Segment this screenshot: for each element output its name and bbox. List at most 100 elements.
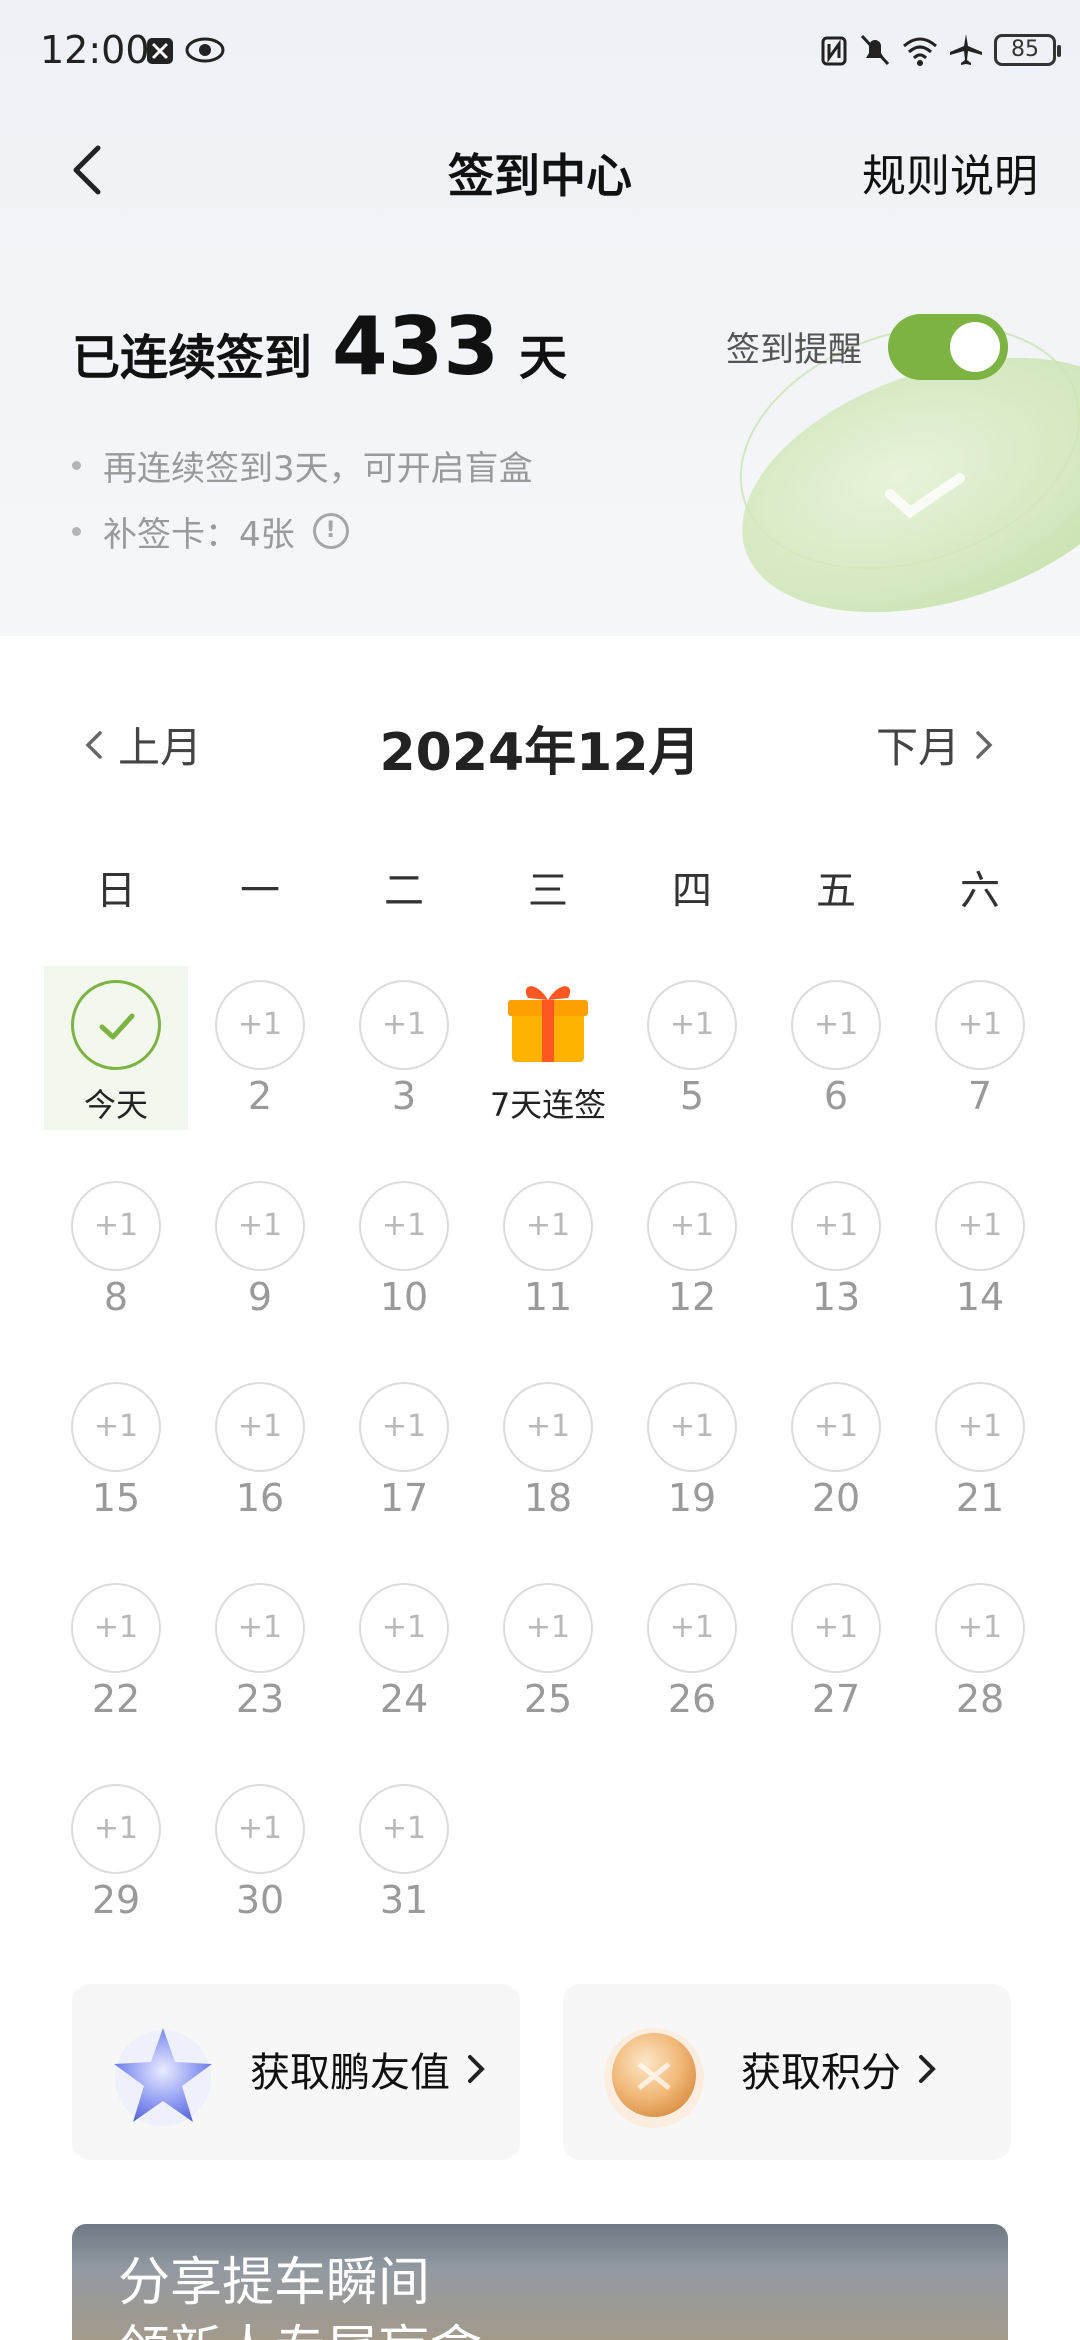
- calendar-day-gift[interactable]: 7天连签: [476, 966, 620, 1136]
- day-label: 7: [967, 1074, 993, 1118]
- streak-prefix: 已连续签到: [72, 330, 313, 386]
- calendar-day[interactable]: +1 15: [44, 1368, 188, 1538]
- card-label: 获取积分: [741, 2050, 901, 2096]
- calendar-day[interactable]: +1 31: [332, 1770, 476, 1940]
- calendar-day[interactable]: +1 11: [476, 1167, 620, 1337]
- plus-one-badge: +1: [215, 980, 305, 1070]
- get-points-card[interactable]: 获取积分: [563, 1984, 1011, 2160]
- plus-one-badge: +1: [647, 1382, 737, 1472]
- calendar-day[interactable]: +1 8: [44, 1167, 188, 1337]
- reminder-toggle[interactable]: [888, 314, 1008, 380]
- calendar-day[interactable]: +1 7: [908, 966, 1052, 1136]
- tip-item: 补签卡：4张 !: [72, 498, 533, 564]
- day-label: 10: [379, 1275, 429, 1319]
- weekday-label: 二: [384, 868, 424, 914]
- bullet-dot: [72, 460, 81, 470]
- calendar-day[interactable]: +1 24: [332, 1569, 476, 1739]
- weekday-label: 日: [96, 868, 136, 914]
- calendar-day[interactable]: +1 28: [908, 1569, 1052, 1739]
- calendar-day[interactable]: +1 5: [620, 966, 764, 1136]
- tip-item: 再连续签到3天，可开启盲盒: [72, 432, 533, 498]
- plus-one-badge: +1: [647, 1181, 737, 1271]
- plus-one-badge: +1: [503, 1181, 593, 1271]
- month-navigation: 上月 2024年12月 下月: [0, 700, 1080, 790]
- calendar-day[interactable]: +1 25: [476, 1569, 620, 1739]
- star-icon: [114, 2028, 212, 2126]
- plus-one-badge: +1: [359, 1583, 449, 1673]
- calendar-day[interactable]: +1 16: [188, 1368, 332, 1538]
- calendar-day[interactable]: +1 26: [620, 1569, 764, 1739]
- weekday-label: 一: [240, 868, 280, 914]
- weekday-label: 四: [672, 868, 712, 914]
- calendar-day[interactable]: +1 20: [764, 1368, 908, 1538]
- day-label: 16: [235, 1476, 285, 1520]
- airplane-icon: [950, 34, 982, 65]
- plus-one-badge: +1: [935, 1181, 1025, 1271]
- calendar-day-today[interactable]: 今天: [44, 966, 188, 1130]
- plus-one-badge: +1: [359, 1784, 449, 1874]
- calendar-day[interactable]: +1 12: [620, 1167, 764, 1337]
- plus-one-badge: +1: [71, 1181, 161, 1271]
- nav-bar: 签到中心 规则说明: [0, 120, 1080, 220]
- rules-link[interactable]: 规则说明: [862, 140, 1038, 204]
- day-label: 20: [811, 1476, 861, 1520]
- next-month-label: 下月: [875, 723, 960, 772]
- toggle-knob: [950, 322, 1000, 372]
- streak-days: 433: [332, 300, 500, 393]
- day-label: 9: [247, 1275, 273, 1319]
- plus-one-badge: +1: [215, 1583, 305, 1673]
- calendar-day[interactable]: +1 9: [188, 1167, 332, 1337]
- card-label-wrap: 获取积分: [741, 2040, 941, 2098]
- calendar-day[interactable]: +1 29: [44, 1770, 188, 1940]
- streak-summary: 已连续签到 433 天: [72, 300, 567, 393]
- calendar-day[interactable]: +1 30: [188, 1770, 332, 1940]
- plus-one-badge: +1: [71, 1382, 161, 1472]
- calendar-day[interactable]: +1 2: [188, 966, 332, 1136]
- calendar-day[interactable]: +1 19: [620, 1368, 764, 1538]
- check-circle-icon: [71, 980, 161, 1070]
- day-label: 5: [679, 1074, 705, 1118]
- plus-one-badge: +1: [359, 1382, 449, 1472]
- calendar-day[interactable]: +1 23: [188, 1569, 332, 1739]
- calendar-day[interactable]: +1 14: [908, 1167, 1052, 1337]
- plus-one-badge: +1: [215, 1382, 305, 1472]
- bullet-dot: [72, 526, 81, 536]
- day-label: 15: [91, 1476, 141, 1520]
- promo-banner[interactable]: 分享提车瞬间 领新人专属盲盒: [72, 2224, 1008, 2340]
- calendar-day[interactable]: +1 3: [332, 966, 476, 1136]
- card-label: 获取鹏友值: [250, 2050, 450, 2096]
- info-icon[interactable]: !: [312, 513, 349, 549]
- day-label: 24: [379, 1677, 429, 1721]
- banner-line2: 领新人专属盲盒: [118, 2308, 482, 2340]
- reminder-label: 签到提醒: [726, 330, 862, 370]
- next-month-button[interactable]: 下月: [876, 714, 998, 775]
- day-label: 18: [523, 1476, 573, 1520]
- day-label: 23: [235, 1677, 285, 1721]
- plus-one-badge: +1: [71, 1784, 161, 1874]
- day-label: 14: [955, 1275, 1005, 1319]
- tip-text: 再连续签到3天，可开启盲盒: [103, 448, 533, 489]
- wifi-icon: [903, 37, 937, 66]
- calendar-day[interactable]: +1 22: [44, 1569, 188, 1739]
- tip-text: 补签卡：4张: [103, 514, 295, 555]
- day-label: 29: [91, 1878, 141, 1922]
- calendar-day[interactable]: +1 17: [332, 1368, 476, 1538]
- calendar-day[interactable]: +1 18: [476, 1368, 620, 1538]
- calendar-day[interactable]: +1 6: [764, 966, 908, 1136]
- plus-one-badge: +1: [935, 980, 1025, 1070]
- plus-one-badge: +1: [791, 1181, 881, 1271]
- calendar-day[interactable]: +1 27: [764, 1569, 908, 1739]
- weekday-label: 三: [528, 868, 568, 914]
- card-label-wrap: 获取鹏友值: [250, 2040, 490, 2098]
- calendar-day[interactable]: +1 13: [764, 1167, 908, 1337]
- calendar-day[interactable]: +1 10: [332, 1167, 476, 1337]
- day-label: 11: [523, 1275, 573, 1319]
- banner-line1: 分享提车瞬间: [118, 2253, 431, 2313]
- get-friend-value-card[interactable]: 获取鹏友值: [72, 1984, 520, 2160]
- calendar-day[interactable]: +1 21: [908, 1368, 1052, 1538]
- nfc-icon: [821, 36, 847, 66]
- weekday-label: 五: [816, 868, 856, 914]
- plus-one-badge: +1: [791, 980, 881, 1070]
- day-label: 31: [379, 1878, 429, 1922]
- day-label: 17: [379, 1476, 429, 1520]
